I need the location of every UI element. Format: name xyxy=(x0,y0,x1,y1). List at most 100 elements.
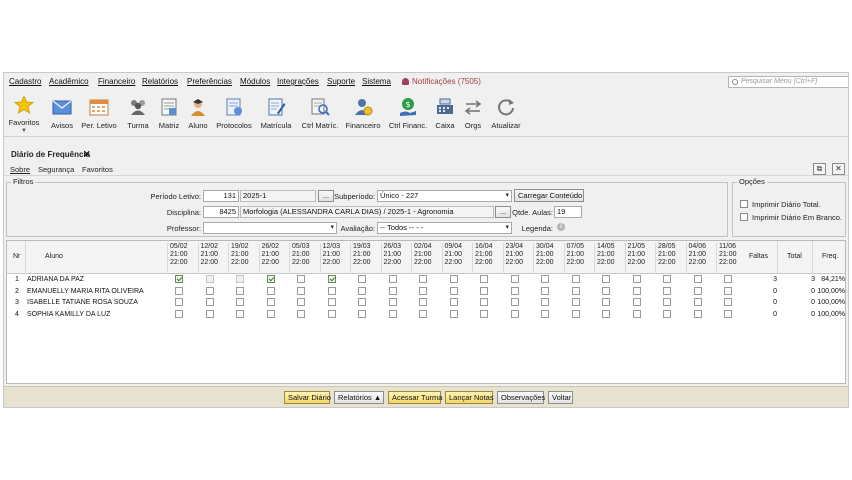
attendance-checkbox[interactable] xyxy=(632,309,641,318)
attendance-checkbox[interactable] xyxy=(266,286,275,295)
date-column-header[interactable]: 26/02 21:00 22:00 xyxy=(258,243,289,274)
menu-relatorios[interactable]: Relatórios xyxy=(142,77,178,86)
attendance-checkbox[interactable] xyxy=(205,275,214,283)
attendance-checkbox[interactable] xyxy=(571,298,580,307)
attendance-checkbox[interactable] xyxy=(663,309,671,318)
lancar-notas-button[interactable]: Lançar Notas xyxy=(445,391,494,404)
attendance-checkbox[interactable] xyxy=(175,286,183,295)
attendance-checkbox[interactable] xyxy=(632,298,641,307)
attendance-checkbox[interactable] xyxy=(297,298,305,307)
menu-suporte[interactable]: Suporte xyxy=(327,77,355,86)
table-row[interactable]: 4 SOPHIA KAMILLY DA LUZ 0 0 100,00% xyxy=(7,309,845,320)
menu-preferencias[interactable]: Preferências xyxy=(187,77,232,86)
attendance-checkbox[interactable] xyxy=(297,309,305,318)
toolbar-turma[interactable]: Turma xyxy=(126,97,150,130)
carregar-conteudo-button[interactable]: Carregar Conteúdo xyxy=(514,189,584,202)
date-column-header[interactable]: 23/04 21:00 22:00 xyxy=(502,243,533,274)
attendance-checkbox[interactable] xyxy=(358,298,366,307)
attendance-checkbox[interactable] xyxy=(724,286,732,295)
attendance-checkbox[interactable] xyxy=(419,309,427,318)
attendance-checkbox[interactable] xyxy=(724,275,732,283)
disciplina-lookup-button[interactable]: ... xyxy=(495,206,511,218)
date-column-header[interactable]: 11/06 21:00 22:00 xyxy=(716,243,746,274)
attendance-checkbox[interactable] xyxy=(175,309,183,318)
attendance-checkbox[interactable] xyxy=(724,298,732,307)
submenu-sobre[interactable]: Sobre xyxy=(10,165,30,174)
avaliacao-select[interactable]: -- Todos -- - - xyxy=(377,222,512,234)
attendance-checkbox[interactable] xyxy=(205,298,214,307)
date-column-header[interactable]: 12/02 21:00 22:00 xyxy=(197,243,228,274)
date-column-header[interactable]: 16/04 21:00 22:00 xyxy=(472,243,502,274)
imprimir-branco-checkbox[interactable] xyxy=(740,213,748,221)
attendance-checkbox[interactable] xyxy=(388,275,397,283)
attendance-checkbox[interactable] xyxy=(480,275,488,283)
toolbar-financeiro[interactable]: Financeiro xyxy=(344,97,382,130)
attendance-checkbox[interactable] xyxy=(327,275,336,283)
attendance-checkbox[interactable] xyxy=(236,286,244,295)
disciplina-code-field[interactable]: 8425 xyxy=(203,206,239,218)
toolbar-atualizar[interactable]: Atualizar xyxy=(489,97,523,130)
attendance-checkbox[interactable] xyxy=(449,309,458,318)
date-column-header[interactable]: 14/05 21:00 22:00 xyxy=(594,243,624,274)
attendance-checkbox[interactable] xyxy=(358,286,366,295)
info-icon[interactable]: i xyxy=(557,223,565,231)
menu-integracoes[interactable]: Integrações xyxy=(277,77,319,86)
close-tab-icon[interactable]: ✕ xyxy=(83,149,91,160)
toolbar-ctrl-financ[interactable]: $ Ctrl Financ. xyxy=(388,97,428,130)
attendance-checkbox[interactable] xyxy=(388,309,397,318)
attendance-checkbox[interactable] xyxy=(449,275,458,283)
attendance-checkbox[interactable] xyxy=(205,309,214,318)
attendance-checkbox[interactable] xyxy=(205,286,214,295)
attendance-checkbox[interactable] xyxy=(419,286,427,295)
toolbar-orgs[interactable]: Orgs xyxy=(461,97,485,130)
attendance-checkbox[interactable] xyxy=(510,309,519,318)
toolbar-favoritos[interactable]: Favoritos ▼ xyxy=(8,94,40,134)
attendance-checkbox[interactable] xyxy=(632,275,641,283)
attendance-checkbox[interactable] xyxy=(358,309,366,318)
date-column-header[interactable]: 30/04 21:00 22:00 xyxy=(533,243,563,274)
subperiodo-select[interactable]: Único - 227 xyxy=(377,190,512,202)
attendance-checkbox[interactable] xyxy=(266,298,275,307)
attendance-checkbox[interactable] xyxy=(693,309,702,318)
attendance-checkbox[interactable] xyxy=(175,298,183,307)
imprimir-total-checkbox[interactable] xyxy=(740,200,748,208)
attendance-checkbox[interactable] xyxy=(266,309,275,318)
attendance-checkbox[interactable] xyxy=(327,286,336,295)
attendance-checkbox[interactable] xyxy=(663,286,671,295)
toolbar-matriz[interactable]: Matriz xyxy=(157,97,181,130)
observacoes-button[interactable]: Observações xyxy=(497,391,545,404)
attendance-checkbox[interactable] xyxy=(236,298,244,307)
attendance-checkbox[interactable] xyxy=(327,298,336,307)
attendance-checkbox[interactable] xyxy=(480,286,488,295)
date-column-header[interactable]: 12/03 21:00 22:00 xyxy=(319,243,350,274)
attendance-checkbox[interactable] xyxy=(480,298,488,307)
attendance-checkbox[interactable] xyxy=(602,309,610,318)
relatorios-button[interactable]: Relatórios ▲ xyxy=(334,391,384,404)
toolbar-ctrl-matric[interactable]: Ctrl Matríc. xyxy=(298,97,342,130)
toolbar-aluno[interactable]: Aluno xyxy=(186,97,210,130)
menu-sistema[interactable]: Sistema xyxy=(362,77,391,86)
date-column-header[interactable]: 26/03 21:00 22:00 xyxy=(380,243,411,274)
search-menu-input[interactable]: Pesquisar Menu (Ctrl+F) xyxy=(728,76,848,88)
toolbar-matricula[interactable]: Matrícula xyxy=(258,97,294,130)
attendance-checkbox[interactable] xyxy=(541,275,549,283)
attendance-checkbox[interactable] xyxy=(571,286,580,295)
menu-modulos[interactable]: Módulos xyxy=(240,77,270,86)
submenu-seguranca[interactable]: Segurança xyxy=(38,165,74,174)
attendance-checkbox[interactable] xyxy=(175,275,183,283)
attendance-checkbox[interactable] xyxy=(388,298,397,307)
date-column-header[interactable]: 28/05 21:00 22:00 xyxy=(655,243,685,274)
attendance-checkbox[interactable] xyxy=(510,298,519,307)
attendance-checkbox[interactable] xyxy=(724,309,732,318)
attendance-checkbox[interactable] xyxy=(297,286,305,295)
attendance-checkbox[interactable] xyxy=(693,298,702,307)
attendance-checkbox[interactable] xyxy=(236,275,244,283)
date-column-header[interactable]: 04/06 21:00 22:00 xyxy=(685,243,716,274)
date-column-header[interactable]: 19/02 21:00 22:00 xyxy=(228,243,258,274)
table-row[interactable]: 3 ISABELLE TATIANE ROSA SOUZA 0 0 100,00% xyxy=(7,297,845,308)
acessar-turma-button[interactable]: Acessar Turma xyxy=(388,391,442,404)
attendance-checkbox[interactable] xyxy=(632,286,641,295)
attendance-checkbox[interactable] xyxy=(480,309,488,318)
attendance-checkbox[interactable] xyxy=(510,275,519,283)
table-row[interactable]: 1 ADRIANA DA PAZ 3 3 84,21% xyxy=(7,274,845,285)
